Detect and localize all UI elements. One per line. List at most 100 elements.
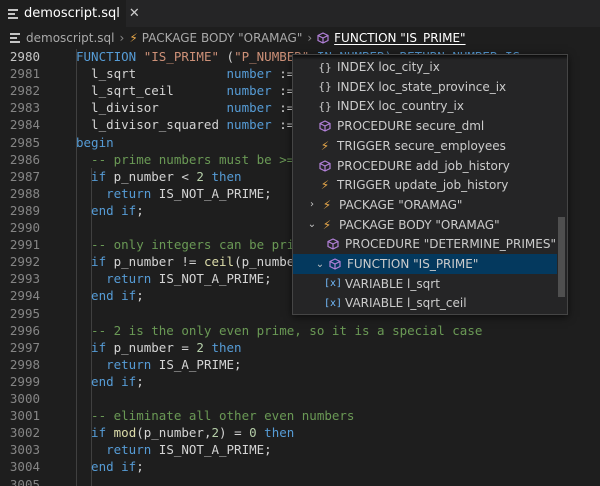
line-number: 2997	[9, 339, 40, 355]
code-line: return IS_NOT_A_PRIME;	[76, 185, 272, 202]
code-line: -- 2 is the only even prime, so it is a …	[76, 322, 482, 339]
code-line: if mod(p_number,2) = 0 then	[76, 424, 294, 441]
code-line: l_sqrt_ceil number := 0;	[76, 82, 317, 99]
line-number: 2996	[9, 322, 40, 338]
code-token: return	[76, 185, 152, 201]
chevron-icon[interactable]: ⌄	[313, 259, 327, 270]
breadcrumb-function[interactable]: FUNCTION "IS_PRIME"	[317, 31, 466, 45]
cube-icon	[317, 119, 333, 133]
code-token: if	[76, 425, 107, 441]
outline-item-label: VARIABLE l_sqrt_ceil	[345, 296, 467, 311]
variable-icon: [x]	[323, 278, 343, 290]
code-token: l_divisor_squared	[76, 117, 227, 133]
line-number: 2999	[9, 373, 40, 389]
line-number: 2986	[9, 151, 40, 167]
code-line: end if;	[76, 458, 144, 475]
file-lines-icon	[10, 32, 20, 44]
code-token: (p_number,	[136, 425, 212, 441]
code-token: (	[219, 49, 235, 64]
code-token: 2	[196, 339, 204, 355]
breadcrumb: demoscript.sql › ⚡ PACKAGE BODY "ORAMAG"…	[0, 27, 600, 49]
line-number: 3005	[9, 476, 40, 486]
outline-item-label: TRIGGER update_job_history	[337, 178, 509, 193]
tab-demoscript[interactable]: demoscript.sql ✕	[0, 0, 140, 27]
tab-bar: demoscript.sql ✕	[0, 0, 600, 27]
code-token: FUNCTION	[76, 49, 144, 64]
code-token: l_divisor	[76, 100, 227, 116]
outline-item[interactable]: › ⚡ PACKAGE "ORAMAG"	[293, 195, 557, 215]
code-token: end if	[76, 202, 137, 218]
line-number: 2980	[9, 49, 40, 64]
outline-item[interactable]: {} INDEX loc_city_ix	[293, 57, 557, 77]
code-line: return IS_NOT_A_PRIME;	[76, 441, 272, 458]
code-token: return	[76, 271, 152, 287]
outline-item[interactable]: {} INDEX loc_country_ix	[293, 96, 557, 116]
package-icon: ⚡	[129, 31, 138, 45]
outline-item[interactable]: {} INDEX loc_state_province_ix	[293, 77, 557, 97]
outline-item-label: PROCEDURE "DETERMINE_PRIMES"	[345, 237, 556, 252]
code-token: then	[203, 339, 242, 355]
outline-item[interactable]: [x] VARIABLE l_sqrt	[293, 274, 557, 294]
code-line: -- eliminate all other even numbers	[76, 407, 354, 424]
line-number: 3000	[9, 391, 40, 406]
breadcrumb-package[interactable]: ⚡ PACKAGE BODY "ORAMAG"	[129, 31, 302, 45]
cube-icon	[325, 237, 341, 251]
code-line: l_sqrt number := 0;	[76, 65, 317, 82]
brace-icon: {}	[318, 80, 332, 94]
line-number: 2994	[9, 288, 40, 304]
outline-item-label: PROCEDURE add_job_history	[337, 158, 510, 173]
code-token: ;	[136, 202, 144, 218]
outline-item[interactable]: ⌄ ⚡ PACKAGE BODY "ORAMAG"	[293, 215, 557, 235]
line-number: 2992	[9, 254, 40, 270]
code-token: p_number !=	[106, 254, 204, 270]
code-token: 2	[196, 168, 204, 184]
file-lines-icon	[8, 8, 18, 20]
outline-item[interactable]: ⚡ TRIGGER update_job_history	[293, 175, 557, 195]
outline-item[interactable]: PROCEDURE "DETERMINE_PRIMES"	[293, 234, 557, 254]
line-number-gutter: 2980 2981 2982 2983 2984 2985 2986 2987 2988 2989…	[0, 49, 58, 486]
code-token: end if	[76, 373, 137, 389]
outline-item[interactable]: ⌄ FUNCTION "IS_PRIME"	[293, 254, 557, 274]
close-icon[interactable]: ✕	[129, 6, 140, 21]
outline-dropdown[interactable]: {} INDEX loc_city_ix {} INDEX loc_state_pro…	[292, 54, 568, 315]
line-number: 2989	[9, 202, 40, 218]
code-token: end if	[76, 459, 137, 475]
code-token: IS_NOT_A_PRIME;	[151, 442, 272, 458]
code-token: ;	[136, 459, 144, 475]
breadcrumb-separator: ›	[307, 31, 313, 45]
outline-item[interactable]: ⚡ TRIGGER secure_employees	[293, 136, 557, 156]
outline-item-label: PACKAGE BODY "ORAMAG"	[339, 217, 500, 232]
package-icon: ⚡	[322, 217, 332, 232]
code-token: IS_NOT_A_PRIME;	[151, 185, 272, 201]
outline-item-label: PACKAGE "ORAMAG"	[339, 197, 463, 212]
chevron-icon[interactable]: ›	[305, 199, 319, 210]
outline-item[interactable]: [x] VARIABLE l_sqrt_ceil	[293, 293, 557, 313]
line-number: 2995	[9, 305, 40, 321]
dropdown-scrollbar[interactable]	[558, 217, 565, 297]
code-token: number	[226, 100, 272, 116]
code-token: mod	[113, 425, 137, 441]
outline-item-label: VARIABLE l_sqrt	[345, 276, 440, 291]
variable-icon: [x]	[323, 297, 343, 309]
code-token: IS_NOT_A_PRIME;	[151, 271, 272, 287]
code-token: then	[203, 168, 242, 184]
code-token: begin	[76, 134, 114, 150]
code-token: "IS_PRIME"	[143, 49, 219, 64]
line-number: 2981	[9, 66, 40, 82]
outline-item[interactable]: PROCEDURE add_job_history	[293, 156, 557, 176]
cube-icon	[327, 257, 343, 271]
code-token: l_sqrt_ceil	[76, 83, 227, 99]
line-number: 2983	[9, 100, 40, 116]
chevron-icon[interactable]: ⌄	[305, 219, 319, 230]
outline-item[interactable]: PROCEDURE secure_dml	[293, 116, 557, 136]
line-number: 2991	[9, 237, 40, 253]
outline-item-label: INDEX loc_city_ix	[337, 60, 440, 74]
code-token: -- only integers can be prime	[76, 237, 310, 253]
code-token: ;	[136, 288, 144, 304]
code-token: ) =	[219, 425, 250, 441]
code-token: -- 2 is the only even prime, so it is a …	[76, 322, 483, 338]
code-line: if p_number = 2 then	[76, 339, 242, 356]
breadcrumb-file[interactable]: demoscript.sql	[10, 31, 115, 45]
tab-label: demoscript.sql	[24, 6, 120, 21]
